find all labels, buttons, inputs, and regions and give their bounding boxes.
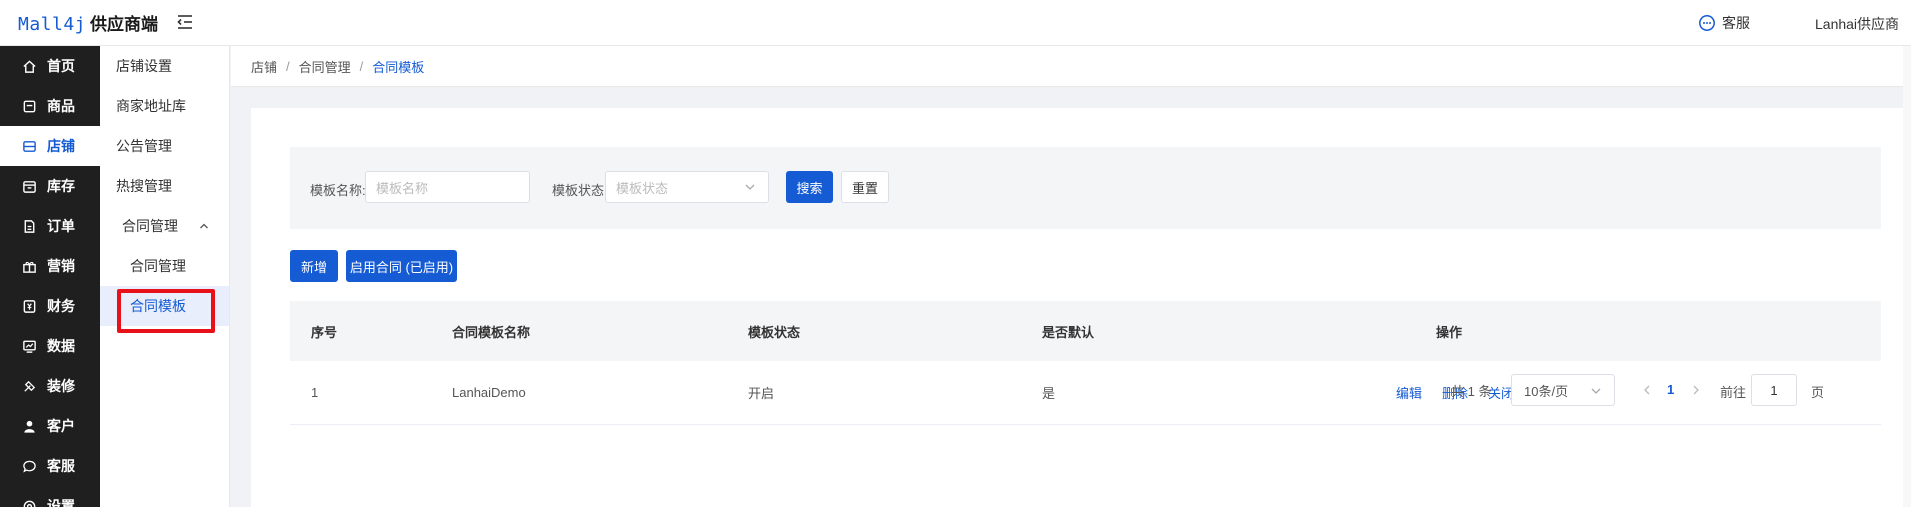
goto-page-input[interactable]: 1 xyxy=(1751,374,1797,406)
breadcrumb-separator: / xyxy=(359,58,364,74)
app-logo[interactable]: Mall4j 供应商端 xyxy=(18,10,158,35)
reset-button[interactable]: 重置 xyxy=(841,171,889,203)
cell-index: 1 xyxy=(311,385,319,400)
page-size-value: 10条/页 xyxy=(1524,383,1569,399)
page-size-select[interactable]: 10条/页 xyxy=(1511,374,1615,406)
nav-finance-label: 财务 xyxy=(47,298,75,314)
vertical-scrollbar[interactable] xyxy=(1903,46,1911,507)
gear-icon xyxy=(23,500,36,507)
decorate-icon xyxy=(24,380,36,392)
template-status-placeholder: 模板状态 xyxy=(616,180,669,196)
shop-icon xyxy=(23,140,36,152)
home-icon xyxy=(23,59,36,73)
template-table: 序号 合同模板名称 模板状态 是否默认 操作 1 LanhaiDemo 开启 是… xyxy=(290,301,1881,425)
subnav-notice-management[interactable]: 公告管理 xyxy=(100,126,229,166)
template-name-label: 模板名称: xyxy=(310,183,366,198)
data-icon xyxy=(23,340,36,353)
nav-settings-label: 设置 xyxy=(47,498,75,507)
breadcrumb: 店铺 / 合同管理 / 合同模板 xyxy=(231,46,1911,87)
sub-sidebar: 店铺设置 商家地址库 公告管理 热搜管理 合同管理 合同管理 合同模板 xyxy=(100,46,230,507)
chevron-down-icon xyxy=(1591,388,1601,394)
nav-marketing-label: 营销 xyxy=(47,258,75,274)
nav-data[interactable]: 数据 xyxy=(0,326,100,366)
top-header: Mall4j 供应商端 客服 Lanhai供应商 xyxy=(0,0,1911,46)
nav-home[interactable]: 首页 xyxy=(0,46,100,86)
menu-fold-icon[interactable] xyxy=(176,13,194,31)
next-page-icon[interactable] xyxy=(1691,384,1701,396)
nav-order-label: 订单 xyxy=(47,218,75,234)
nav-goods-label: 商品 xyxy=(47,98,75,114)
finance-icon xyxy=(23,299,36,313)
nav-shop-label: 店铺 xyxy=(47,138,75,154)
table-header: 序号 合同模板名称 模板状态 是否默认 操作 xyxy=(290,301,1881,361)
nav-order[interactable]: 订单 xyxy=(0,206,100,246)
template-name-placeholder: 模板名称 xyxy=(376,180,429,196)
subnav-contract-template[interactable]: 合同模板 xyxy=(100,286,229,326)
cell-template-name: LanhaiDemo xyxy=(452,385,526,400)
template-name-input[interactable]: 模板名称 xyxy=(365,171,530,203)
template-status-label: 模板状态: xyxy=(552,183,608,198)
nav-settings[interactable]: 设置 xyxy=(0,486,100,507)
template-status-select[interactable]: 模板状态 xyxy=(605,171,769,203)
user-icon xyxy=(24,420,35,433)
breadcrumb-item-current: 合同模板 xyxy=(372,59,425,75)
chat-icon xyxy=(23,460,36,472)
header-template-name: 合同模板名称 xyxy=(452,324,531,340)
nav-stock-label: 库存 xyxy=(47,178,75,194)
cell-template-status: 开启 xyxy=(748,386,775,401)
search-panel: 模板名称: 模板名称 模板状态: 模板状态 搜索 重置 xyxy=(290,147,1881,229)
page-suffix: 页 xyxy=(1811,385,1825,400)
nav-service[interactable]: 客服 xyxy=(0,446,100,486)
order-icon xyxy=(24,219,35,233)
prev-page-icon[interactable] xyxy=(1642,384,1652,396)
subnav-contract-management[interactable]: 合同管理 xyxy=(100,246,229,286)
nav-decorate-label: 装修 xyxy=(47,378,75,394)
nav-finance[interactable]: 财务 xyxy=(0,286,100,326)
content-card: 模板名称: 模板名称 模板状态: 模板状态 搜索 重置 新增 启用合同 (已启用… xyxy=(251,108,1911,507)
enable-contract-button[interactable]: 启用合同 (已启用) xyxy=(346,250,457,282)
edit-link[interactable]: 编辑 xyxy=(1396,386,1422,401)
gift-icon xyxy=(23,261,36,273)
nav-service-label: 客服 xyxy=(47,458,75,474)
header-template-status: 模板状态 xyxy=(748,324,801,340)
add-button[interactable]: 新增 xyxy=(290,250,338,282)
current-page[interactable]: 1 xyxy=(1667,382,1674,397)
subnav-contract-group[interactable]: 合同管理 xyxy=(100,206,229,246)
nav-home-label: 首页 xyxy=(47,58,75,74)
nav-decorate[interactable]: 装修 xyxy=(0,366,100,406)
subnav-address-library[interactable]: 商家地址库 xyxy=(100,86,229,126)
subnav-shop-settings[interactable]: 店铺设置 xyxy=(100,46,229,86)
nav-customer[interactable]: 客户 xyxy=(0,406,100,446)
goto-label: 前往 xyxy=(1720,385,1747,400)
header-actions: 操作 xyxy=(1436,324,1463,340)
breadcrumb-item-shop[interactable]: 店铺 xyxy=(251,57,277,76)
nav-stock[interactable]: 库存 xyxy=(0,166,100,206)
service-label: 客服 xyxy=(1722,15,1750,31)
nav-customer-label: 客户 xyxy=(47,418,75,434)
header-is-default: 是否默认 xyxy=(1042,324,1095,340)
pagination-total: 共 1 条 xyxy=(1451,383,1492,399)
goods-icon xyxy=(23,100,36,112)
contract-group-label: 合同管理 xyxy=(122,218,178,234)
nav-shop[interactable]: 店铺 xyxy=(0,126,100,166)
logo-brand: Mall4j xyxy=(18,14,87,35)
chevron-down-icon xyxy=(745,184,755,190)
stock-icon xyxy=(23,180,36,193)
search-button[interactable]: 搜索 xyxy=(786,171,833,203)
customer-service-link[interactable]: 客服 xyxy=(1698,13,1750,33)
breadcrumb-separator: / xyxy=(286,58,290,74)
chevron-up-icon xyxy=(200,223,208,229)
chat-bubble-icon xyxy=(1699,15,1715,31)
subnav-hot-search[interactable]: 热搜管理 xyxy=(100,166,229,206)
user-name[interactable]: Lanhai供应商 xyxy=(1815,14,1899,34)
nav-data-label: 数据 xyxy=(47,338,75,354)
header-index: 序号 xyxy=(311,324,338,340)
cell-is-default: 是 xyxy=(1042,386,1056,401)
breadcrumb-item-contract[interactable]: 合同管理 xyxy=(299,57,351,76)
nav-goods[interactable]: 商品 xyxy=(0,86,100,126)
logo-subtitle: 供应商端 xyxy=(90,15,159,34)
nav-marketing[interactable]: 营销 xyxy=(0,246,100,286)
main-sidebar: 首页 商品 店铺 库存 订单 营销 财务 数据 装修 客户 客服 设置 xyxy=(0,46,100,507)
